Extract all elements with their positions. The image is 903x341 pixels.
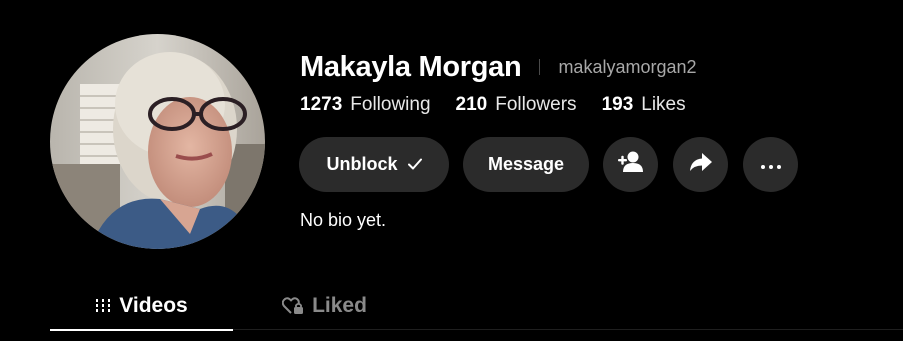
profile-bio: No bio yet. [300, 210, 387, 230]
stat-count: 210 [455, 94, 488, 115]
tab-videos[interactable]: Videos [50, 282, 233, 331]
more-options-button[interactable] [743, 137, 798, 192]
add-friend-icon [617, 151, 644, 178]
stat-label: Followers [495, 94, 577, 115]
stat-label: Following [350, 94, 431, 115]
active-tab-indicator [50, 329, 233, 331]
profile-tabs: Videos Liked [50, 282, 903, 331]
stat-count: 1273 [300, 94, 343, 115]
profile-actions: Unblock Message [299, 137, 813, 192]
name-row: Makayla Morgan makalyamorgan2 [300, 48, 697, 86]
check-icon [407, 154, 422, 175]
unblock-button[interactable]: Unblock [299, 137, 449, 192]
message-button[interactable]: Message [463, 137, 589, 192]
display-name: Makayla Morgan [300, 50, 522, 83]
stat-followers[interactable]: 210 Followers [456, 94, 577, 116]
stat-following[interactable]: 1273 Following [300, 94, 431, 116]
tab-label: Liked [312, 294, 367, 317]
heart-lock-icon [282, 297, 304, 315]
add-friend-button[interactable] [603, 137, 658, 192]
unblock-label: Unblock [326, 154, 398, 174]
tab-label: Videos [119, 294, 188, 317]
profile-stats: 1273 Following 210 Followers 193 Likes [300, 94, 711, 116]
username: makalyamorgan2 [558, 56, 697, 77]
share-button[interactable] [673, 137, 728, 192]
share-icon [689, 152, 713, 177]
stat-label: Likes [641, 94, 686, 115]
tab-liked[interactable]: Liked [233, 282, 416, 330]
stat-count: 193 [601, 94, 634, 115]
more-icon [760, 156, 781, 174]
name-divider [539, 59, 541, 75]
message-label: Message [487, 154, 565, 174]
avatar-photo [50, 34, 265, 249]
stat-likes: 193 Likes [602, 94, 686, 116]
grid-bars-icon [95, 298, 111, 314]
profile-page: Makayla Morgan makalyamorgan2 1273 Follo… [0, 0, 903, 341]
avatar[interactable] [50, 34, 265, 249]
